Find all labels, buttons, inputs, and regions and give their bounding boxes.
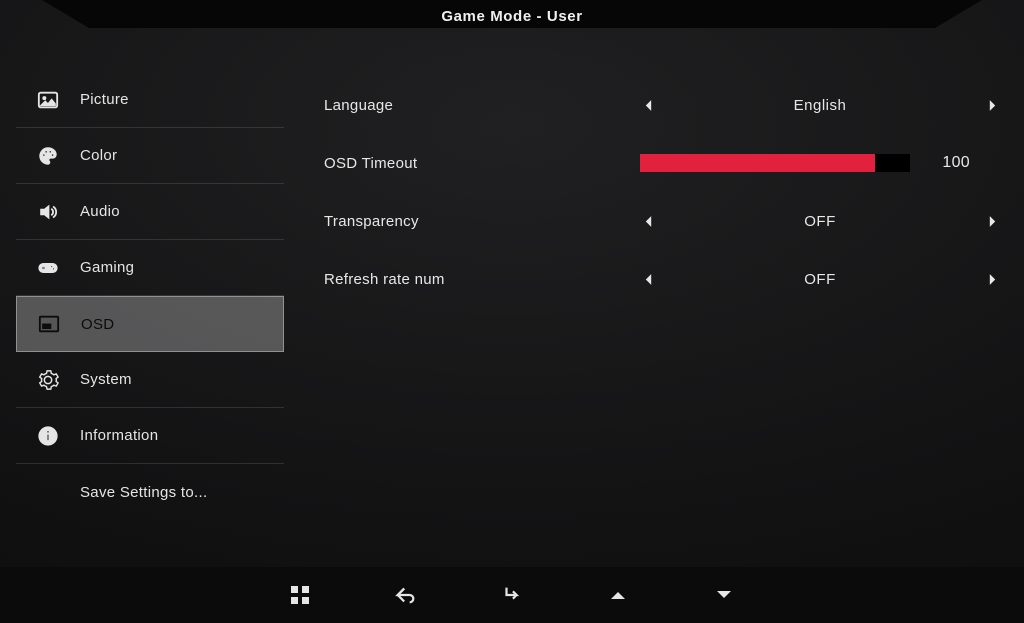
transparency-selector[interactable]: OFF (640, 213, 1000, 230)
sidebar-item-save-settings[interactable]: Save Settings to... (16, 464, 284, 520)
slider-fill (640, 154, 875, 172)
osd-timeout-slider[interactable] (640, 154, 910, 172)
osd-icon (35, 312, 63, 336)
chevron-left-icon[interactable] (640, 271, 656, 287)
sidebar-item-label: Information (80, 427, 158, 444)
sidebar-item-label: Audio (80, 203, 120, 220)
settings-panel: Language English OSD Timeout 100 (320, 76, 1000, 308)
osd-timeout-value: 100 (930, 154, 970, 172)
sidebar-item-picture[interactable]: Picture (16, 72, 284, 128)
sidebar-item-label: Gaming (80, 259, 134, 276)
chevron-right-icon[interactable] (984, 271, 1000, 287)
picture-icon (34, 88, 62, 112)
setting-label: Transparency (320, 213, 640, 230)
chevron-left-icon[interactable] (640, 97, 656, 113)
gear-icon (34, 368, 62, 392)
chevron-right-icon[interactable] (984, 97, 1000, 113)
sidebar-item-osd[interactable]: OSD (16, 296, 284, 352)
setting-label: Language (320, 97, 640, 114)
refresh-rate-value: OFF (656, 271, 984, 288)
sidebar-item-audio[interactable]: Audio (16, 184, 284, 240)
setting-row-transparency: Transparency OFF (320, 192, 1000, 250)
back-button[interactable] (393, 582, 419, 608)
transparency-value: OFF (656, 213, 984, 230)
sidebar-item-gaming[interactable]: Gaming (16, 240, 284, 296)
info-icon (34, 424, 62, 448)
sidebar-item-color[interactable]: Color (16, 128, 284, 184)
down-button[interactable] (711, 582, 737, 608)
sidebar-item-information[interactable]: Information (16, 408, 284, 464)
page-title: Game Mode - User (0, 8, 1024, 25)
sidebar-item-label: Picture (80, 91, 129, 108)
sidebar: Picture Color Audio Gaming OSD (16, 72, 284, 520)
enter-button[interactable] (499, 582, 525, 608)
sidebar-item-label: Color (80, 147, 117, 164)
setting-row-language: Language English (320, 76, 1000, 134)
sidebar-item-label: OSD (81, 316, 114, 333)
gamepad-icon (34, 256, 62, 280)
sidebar-item-label: Save Settings to... (80, 484, 207, 501)
up-button[interactable] (605, 582, 631, 608)
setting-label: Refresh rate num (320, 271, 640, 288)
setting-row-osd-timeout: OSD Timeout 100 (320, 134, 1000, 192)
setting-row-refresh-rate-num: Refresh rate num OFF (320, 250, 1000, 308)
menu-button[interactable] (287, 582, 313, 608)
setting-label: OSD Timeout (320, 155, 640, 172)
language-value: English (656, 97, 984, 114)
speaker-icon (34, 200, 62, 224)
chevron-left-icon[interactable] (640, 213, 656, 229)
palette-icon (34, 144, 62, 168)
language-selector[interactable]: English (640, 97, 1000, 114)
chevron-right-icon[interactable] (984, 213, 1000, 229)
refresh-rate-selector[interactable]: OFF (640, 271, 1000, 288)
sidebar-item-system[interactable]: System (16, 352, 284, 408)
bottom-nav (0, 567, 1024, 623)
sidebar-item-label: System (80, 371, 132, 388)
